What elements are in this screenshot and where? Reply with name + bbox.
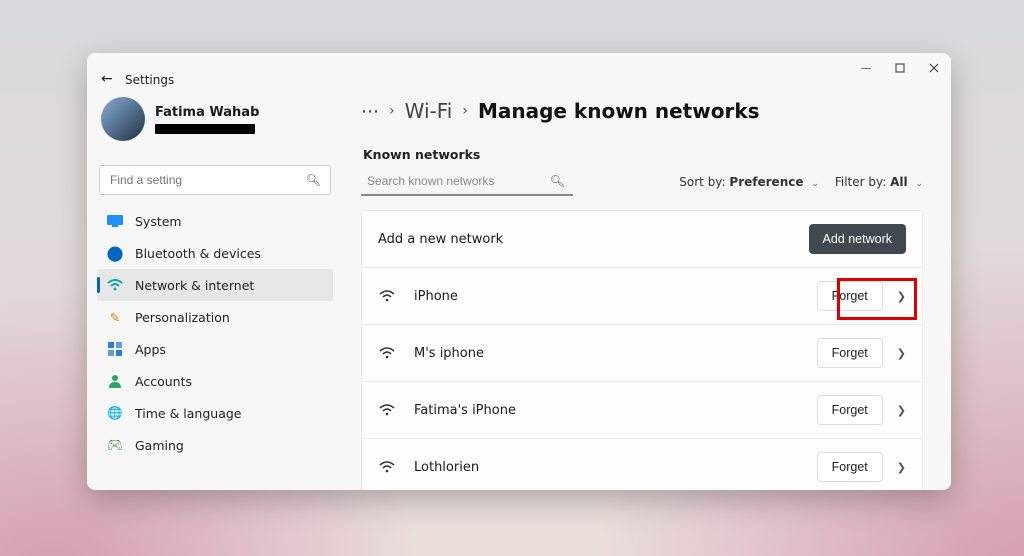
network-name: iPhone [414, 289, 817, 304]
network-name: Lothlorien [414, 460, 817, 475]
forget-button[interactable]: Forget [817, 338, 883, 368]
clock-icon: 🌐 [107, 405, 123, 421]
maximize-button[interactable] [883, 53, 917, 83]
sidebar: Fatima Wahab 🔍︎ System ⬤ Bluetooth [87, 83, 343, 490]
sidebar-item-label: System [135, 214, 182, 229]
sidebar-item-time-language[interactable]: 🌐 Time & language [97, 397, 333, 429]
filter-by-dropdown[interactable]: Filter by: All ⌄ [835, 175, 923, 189]
chevron-right-icon: › [389, 103, 395, 119]
search-networks[interactable]: 🔍︎ [361, 168, 573, 196]
settings-window: ← Settings ― Fatima Wahab [87, 53, 951, 490]
minimize-button[interactable]: ― [849, 53, 883, 83]
network-row[interactable]: iPhone Forget ❯ [362, 267, 922, 324]
brush-icon: ✎ [107, 309, 123, 325]
close-button[interactable] [917, 53, 951, 83]
expand-arrow-icon[interactable]: ❯ [897, 404, 906, 417]
sidebar-item-label: Bluetooth & devices [135, 246, 261, 261]
network-row[interactable]: Lothlorien Forget ❯ [362, 438, 922, 490]
wifi-icon [107, 277, 123, 293]
expand-arrow-icon[interactable]: ❯ [897, 347, 906, 360]
breadcrumb: ⋯ › Wi-Fi › Manage known networks [361, 99, 923, 123]
sidebar-item-gaming[interactable]: 🎮︎ Gaming [97, 429, 333, 461]
user-name: Fatima Wahab [155, 105, 259, 120]
network-name: Fatima's iPhone [414, 403, 817, 418]
user-profile[interactable]: Fatima Wahab [101, 97, 331, 141]
known-networks-toolbar: 🔍︎ Sort by: Preference ⌄ Filter by: All … [361, 168, 923, 196]
gamepad-icon: 🎮︎ [107, 437, 123, 453]
page-title: Manage known networks [478, 99, 760, 123]
sidebar-item-label: Accounts [135, 374, 192, 389]
network-list: Add a new network Add network iPhone For… [361, 210, 923, 490]
sidebar-item-apps[interactable]: Apps [97, 333, 333, 365]
sidebar-item-label: Time & language [135, 406, 241, 421]
wifi-icon [378, 404, 396, 416]
add-network-label: Add a new network [378, 232, 809, 247]
apps-icon [107, 341, 123, 357]
sidebar-item-system[interactable]: System [97, 205, 333, 237]
wifi-icon [378, 461, 396, 473]
person-icon [107, 373, 123, 389]
forget-button[interactable]: Forget [817, 452, 883, 482]
main-content: ⋯ › Wi-Fi › Manage known networks Known … [343, 83, 951, 490]
sidebar-item-bluetooth[interactable]: ⬤ Bluetooth & devices [97, 237, 333, 269]
sort-by-dropdown[interactable]: Sort by: Preference ⌄ [679, 175, 819, 189]
wifi-icon [378, 290, 396, 302]
chevron-down-icon: ⌄ [811, 179, 819, 189]
breadcrumb-wifi[interactable]: Wi-Fi [405, 99, 453, 123]
find-setting-input[interactable] [99, 165, 331, 195]
desktop-background: ← Settings ― Fatima Wahab [0, 0, 1024, 556]
network-name: M's iphone [414, 346, 817, 361]
search-networks-input[interactable] [361, 168, 573, 196]
window-title: Settings [125, 73, 174, 87]
nav-list: System ⬤ Bluetooth & devices Network & i… [97, 205, 333, 461]
chevron-right-icon: › [462, 103, 468, 119]
sidebar-item-label: Personalization [135, 310, 230, 325]
expand-arrow-icon[interactable]: ❯ [897, 290, 906, 303]
add-network-row: Add a new network Add network [362, 211, 922, 267]
bluetooth-icon: ⬤ [107, 245, 123, 261]
find-setting-search[interactable]: 🔍︎ [99, 165, 331, 195]
network-row[interactable]: M's iphone Forget ❯ [362, 324, 922, 381]
search-icon: 🔍︎ [550, 174, 565, 188]
expand-arrow-icon[interactable]: ❯ [897, 461, 906, 474]
sidebar-item-personalization[interactable]: ✎ Personalization [97, 301, 333, 333]
sidebar-item-label: Gaming [135, 438, 184, 453]
breadcrumb-overflow[interactable]: ⋯ [361, 101, 379, 122]
user-email-redacted [155, 124, 255, 134]
sidebar-item-network[interactable]: Network & internet [97, 269, 333, 301]
sidebar-item-accounts[interactable]: Accounts [97, 365, 333, 397]
add-network-button[interactable]: Add network [809, 224, 906, 254]
title-bar: ← Settings ― [87, 53, 951, 83]
sidebar-item-label: Apps [135, 342, 166, 357]
forget-button[interactable]: Forget [817, 395, 883, 425]
wifi-icon [378, 347, 396, 359]
sidebar-item-label: Network & internet [135, 278, 254, 293]
search-icon: 🔍︎ [306, 173, 321, 187]
chevron-down-icon: ⌄ [915, 179, 923, 189]
back-button[interactable]: ← [101, 71, 113, 87]
forget-button[interactable]: Forget [817, 281, 883, 311]
known-networks-heading: Known networks [363, 147, 923, 162]
display-icon [107, 213, 123, 229]
network-row[interactable]: Fatima's iPhone Forget ❯ [362, 381, 922, 438]
avatar [101, 97, 145, 141]
